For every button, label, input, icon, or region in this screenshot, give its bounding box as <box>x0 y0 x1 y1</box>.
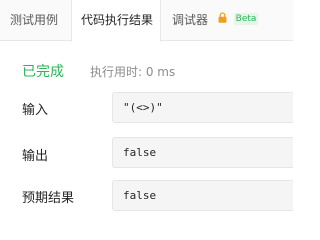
result-tabbar: 测试用例 代码执行结果 调试器 Beta <box>0 0 293 42</box>
run-runtime: 执行用时: 0 ms <box>90 65 176 79</box>
tab-testcase-label: 测试用例 <box>10 13 59 27</box>
output-value-box[interactable]: false <box>112 137 293 168</box>
output-label: 输出 <box>22 149 49 164</box>
expected-value-box[interactable]: false <box>112 180 293 211</box>
beta-badge: Beta <box>233 13 259 25</box>
tab-debugger[interactable]: 调试器 Beta <box>161 0 293 41</box>
run-status: 已完成 <box>22 64 64 80</box>
tab-run-result-label: 代码执行结果 <box>81 13 154 27</box>
input-label: 输入 <box>22 103 49 118</box>
input-value-box[interactable]: "(<>)" <box>112 92 293 123</box>
tab-debugger-label: 调试器 <box>172 13 209 27</box>
tab-run-result[interactable]: 代码执行结果 <box>71 0 161 42</box>
tab-testcase[interactable]: 测试用例 <box>0 0 71 41</box>
lock-icon <box>218 0 227 40</box>
expected-label: 预期结果 <box>22 191 75 206</box>
